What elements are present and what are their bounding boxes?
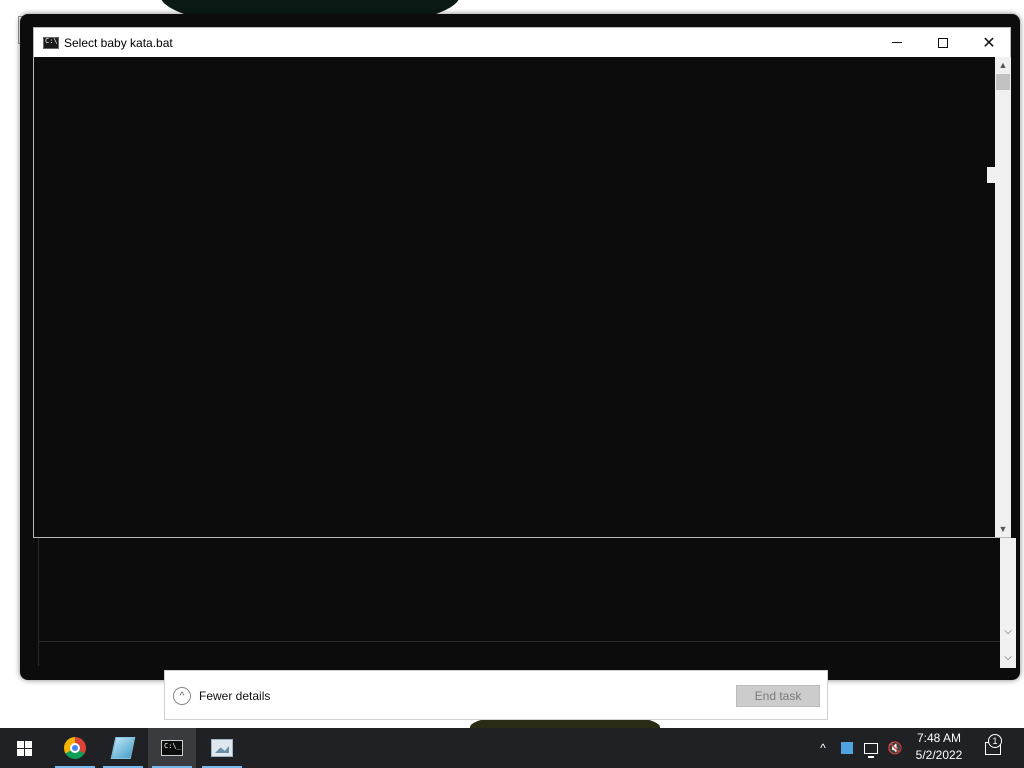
notification-count-badge: 1 [988,734,1002,748]
task-manager-footer: ^ Fewer details End task [164,670,828,720]
end-task-button[interactable]: End task [736,685,820,707]
volume-tray-button[interactable]: 🔇 [884,728,906,768]
photos-icon [211,739,233,757]
console-window[interactable]: Select baby kata.bat ✕ ▲ ▼ [33,27,1011,538]
maximize-button[interactable] [920,28,966,57]
task-manager-divider [38,641,1000,642]
minimize-button[interactable] [874,28,920,57]
chevron-up-icon: ^ [173,687,191,705]
window-title: Select baby kata.bat [64,35,173,50]
maximize-icon [938,37,948,48]
text-cursor [987,167,995,183]
scroll-thumb[interactable] [996,74,1010,90]
start-button[interactable] [0,728,48,768]
cmd-icon [161,740,183,756]
console-output[interactable] [34,57,995,537]
fewer-details-label: Fewer details [199,689,271,703]
show-hidden-icons-button[interactable]: ^ [813,728,833,768]
clock-time: 7:48 AM [916,731,962,745]
scroll-down-icon[interactable]: ▼ [995,521,1011,537]
fewer-details-button[interactable]: ^ Fewer details [173,687,270,705]
minimize-icon [892,42,902,43]
scroll-up-icon[interactable]: ▲ [995,57,1011,73]
defender-tray-button[interactable] [839,728,855,768]
defender-icon [841,742,853,754]
close-icon: ✕ [982,32,996,52]
taskbar-photos[interactable] [198,728,246,768]
notification-center-button[interactable]: 1 [978,728,1008,768]
windows-start-icon [16,740,32,756]
console-titlebar[interactable]: Select baby kata.bat ✕ [34,28,1010,57]
console-scrollbar[interactable]: ▲ ▼ [995,57,1011,537]
cmd-icon [43,36,59,49]
volume-muted-icon: 🔇 [887,741,903,755]
task-manager-scrollbar[interactable]: ⌵ ⌵ [1000,538,1016,668]
taskbar-chrome[interactable] [51,728,99,768]
taskbar-cmd[interactable] [148,728,196,768]
taskbar-notes[interactable] [99,728,147,768]
notes-icon [110,737,136,759]
chrome-icon [64,737,86,759]
close-button[interactable]: ✕ [966,28,1012,57]
scroll-down-icon[interactable]: ⌵ [1000,624,1016,640]
network-icon [864,742,878,758]
scroll-down-icon[interactable]: ⌵ [1000,650,1016,666]
task-manager-pane [38,538,1000,666]
network-tray-button[interactable] [860,728,882,768]
clock[interactable]: 7:48 AM 5/2/2022 [908,730,970,766]
chevron-up-icon: ^ [820,741,826,755]
clock-date: 5/2/2022 [915,748,963,762]
